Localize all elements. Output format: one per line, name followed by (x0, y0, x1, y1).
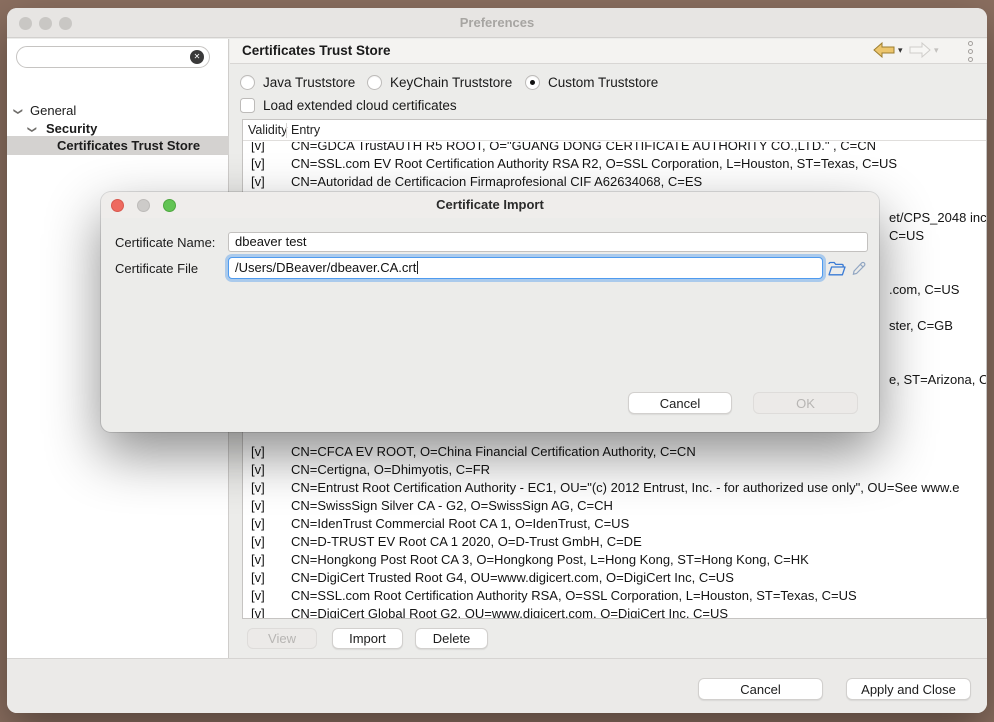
dialog-ok-button[interactable]: OK (753, 392, 858, 414)
forward-history-caret-icon[interactable]: ▾ (934, 45, 939, 56)
entry-cell: ster, C=GB (889, 317, 953, 335)
validity-cell: [v] (251, 142, 265, 155)
column-header-entry[interactable]: Entry (291, 120, 320, 141)
tree-label: General (30, 101, 76, 120)
chevron-down-icon[interactable]: ❯ (22, 126, 41, 134)
entry-cell: CN=IdenTrust Commercial Root CA 1, O=Ide… (291, 515, 629, 533)
checkbox-icon (240, 98, 255, 113)
search-input[interactable]: ✕ (16, 46, 210, 68)
radio-circle-icon (240, 75, 255, 90)
entry-cell: CN=SSL.com EV Root Certification Authori… (291, 155, 897, 173)
validity-cell: [v] (251, 515, 265, 533)
footer-bar: Cancel Apply and Close (7, 658, 987, 713)
certificate-file-value: /Users/DBeaver/dbeaver.CA.crt (235, 260, 416, 275)
certificate-file-input[interactable]: /Users/DBeaver/dbeaver.CA.crt (228, 257, 823, 279)
entry-cell: CN=CFCA EV ROOT, O=China Financial Certi… (291, 443, 696, 461)
certificate-import-dialog: Certificate Import Certificate Name: dbe… (101, 192, 879, 432)
table-row[interactable]: [v] CN=DigiCert Trusted Root G4, OU=www.d… (243, 569, 986, 587)
entry-cell: CN=Autoridad de Certificacion Firmaprofe… (291, 173, 702, 191)
column-divider[interactable] (286, 123, 287, 138)
entry-cell: CN=Entrust Root Certification Authority … (291, 479, 960, 497)
entry-cell: CN=Certigna, O=Dhimyotis, C=FR (291, 461, 490, 479)
table-row[interactable]: [v] CN=GDCA TrustAUTH R5 ROOT, O="GUANG D… (243, 142, 986, 155)
validity-cell: [v] (251, 605, 265, 618)
table-row[interactable]: [v] CN=Hongkong Post Root CA 3, O=Hongkon… (243, 551, 986, 569)
entry-cell: et/CPS_2048 inc (889, 209, 986, 227)
table-row[interactable]: [v] CN=SSL.com Root Certification Authori… (243, 587, 986, 605)
entry-cell: C=US (889, 227, 924, 245)
dialog-titlebar: Certificate Import (101, 192, 879, 218)
entry-cell: CN=GDCA TrustAUTH R5 ROOT, O="GUANG DONG… (291, 142, 876, 155)
validity-cell: [v] (251, 443, 265, 461)
radio-selected-icon (525, 75, 540, 90)
entry-cell: e, ST=Arizona, C (889, 371, 986, 389)
dialog-title: Certificate Import (101, 192, 879, 218)
validity-cell: [v] (251, 533, 265, 551)
sidebar-item-certificates-trust-store[interactable]: Certificates Trust Store (7, 136, 229, 155)
validity-cell: [v] (251, 461, 265, 479)
certificate-name-input[interactable]: dbeaver test (228, 232, 868, 252)
table-row[interactable]: [v] CN=Autoridad de Certificacion Firmapr… (243, 173, 986, 191)
import-button[interactable]: Import (332, 628, 403, 649)
table-row[interactable]: [v] CN=SSL.com EV Root Certification Auth… (243, 155, 986, 173)
entry-cell: CN=D-TRUST EV Root CA 1 2020, O=D-Trust … (291, 533, 642, 551)
edit-pencil-icon[interactable] (852, 261, 866, 276)
validity-cell: [v] (251, 587, 265, 605)
table-header: Validity Entry (243, 120, 986, 141)
checkbox-label: Load extended cloud certificates (263, 98, 457, 114)
clear-search-icon[interactable]: ✕ (190, 50, 204, 64)
text-cursor (417, 261, 418, 274)
radio-circle-icon (367, 75, 382, 90)
table-row[interactable]: [v] CN=Entrust Root Certification Authori… (243, 479, 986, 497)
validity-cell: [v] (251, 479, 265, 497)
sidebar-item-general[interactable]: ❯ General (7, 101, 229, 120)
apply-and-close-button[interactable]: Apply and Close (846, 678, 971, 700)
entry-cell: CN=SSL.com Root Certification Authority … (291, 587, 857, 605)
certificate-file-label: Certificate File (115, 259, 198, 279)
table-row[interactable]: [v] CN=IdenTrust Commercial Root CA 1, O=… (243, 515, 986, 533)
tree-label: Certificates Trust Store (57, 136, 200, 155)
validity-cell: [v] (251, 551, 265, 569)
entry-cell: .com, C=US (889, 281, 959, 299)
validity-cell: [v] (251, 155, 265, 173)
back-history-caret-icon[interactable]: ▾ (898, 45, 903, 56)
entry-cell: CN=Hongkong Post Root CA 3, O=Hongkong P… (291, 551, 809, 569)
kebab-menu-icon[interactable] (968, 41, 976, 62)
forward-arrow-icon[interactable] (909, 42, 931, 58)
chevron-down-icon[interactable]: ❯ (8, 108, 27, 116)
page-title: Certificates Trust Store (242, 39, 391, 64)
entry-cell: CN=SwissSign Silver CA - G2, O=SwissSign… (291, 497, 613, 515)
back-arrow-icon[interactable] (873, 42, 895, 58)
radio-label: Java Truststore (263, 75, 355, 91)
radio-label: Custom Truststore (548, 75, 658, 91)
table-row[interactable]: [v] CN=CFCA EV ROOT, O=China Financial Ce… (243, 443, 986, 461)
validity-cell: [v] (251, 497, 265, 515)
dialog-cancel-button[interactable]: Cancel (628, 392, 732, 414)
table-row[interactable]: [v] CN=SwissSign Silver CA - G2, O=SwissS… (243, 497, 986, 515)
window-titlebar: Preferences (7, 8, 987, 38)
delete-button[interactable]: Delete (415, 628, 488, 649)
panel-header: Certificates Trust Store ▾ ▾ (230, 39, 987, 64)
validity-cell: [v] (251, 173, 265, 191)
certificate-name-label: Certificate Name: (115, 233, 215, 253)
table-row[interactable]: [v] CN=DigiCert Global Root G2, OU=www.di… (243, 605, 986, 618)
window-title: Preferences (7, 8, 987, 38)
column-header-validity[interactable]: Validity (248, 120, 287, 141)
validity-cell: [v] (251, 569, 265, 587)
browse-folder-icon[interactable] (828, 261, 846, 276)
entry-cell: CN=DigiCert Global Root G2, OU=www.digic… (291, 605, 728, 618)
entry-cell: CN=DigiCert Trusted Root G4, OU=www.digi… (291, 569, 734, 587)
table-row[interactable]: [v] CN=D-TRUST EV Root CA 1 2020, O=D-Tru… (243, 533, 986, 551)
view-button[interactable]: View (247, 628, 317, 649)
radio-label: KeyChain Truststore (390, 75, 512, 91)
table-row[interactable]: [v] CN=Certigna, O=Dhimyotis, C=FR (243, 461, 986, 479)
cancel-button[interactable]: Cancel (698, 678, 823, 700)
